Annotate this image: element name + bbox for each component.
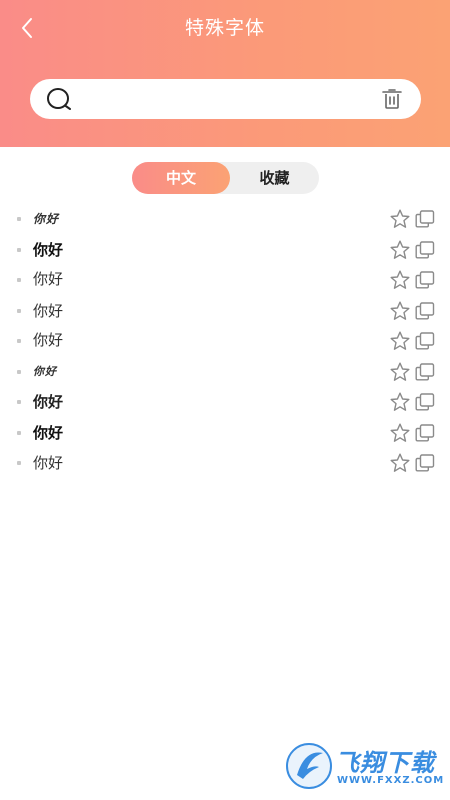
star-outline-icon[interactable] (389, 453, 411, 473)
star-outline-icon[interactable] (389, 423, 411, 443)
font-sample-text: 你好 (33, 240, 64, 259)
list-item[interactable]: 你好 (0, 204, 450, 235)
copy-icon[interactable] (415, 210, 435, 228)
star-outline-icon[interactable] (389, 270, 411, 290)
list-item[interactable]: 你好 (0, 265, 450, 296)
font-sample-text: 你好 (33, 423, 64, 442)
font-sample-text: 你好 (33, 454, 64, 472)
font-sample-text: 你好 (33, 301, 64, 320)
header: 特殊字体 (0, 0, 450, 147)
font-list: 你好 你好 你好 你好 你好 你好 你好 你好 你好 (0, 204, 450, 479)
bullet-dot (17, 369, 21, 374)
star-outline-icon[interactable] (389, 392, 411, 412)
star-outline-icon[interactable] (389, 362, 411, 382)
list-item[interactable]: 你好 (0, 418, 450, 449)
star-outline-icon[interactable] (389, 301, 411, 321)
list-item[interactable]: 你好 (0, 296, 450, 327)
tab-favorites[interactable]: 收藏 (230, 162, 319, 194)
copy-icon[interactable] (415, 240, 435, 259)
watermark-title: 飞翔下载 (335, 749, 435, 777)
copy-icon[interactable] (415, 362, 435, 381)
search-icon (47, 88, 71, 110)
font-sample-text: 你好 (33, 332, 64, 349)
star-outline-icon[interactable] (389, 331, 411, 351)
font-sample-text: 你好 (33, 393, 64, 411)
copy-icon[interactable] (415, 393, 435, 411)
bullet-dot (17, 461, 21, 465)
bullet-dot (17, 430, 21, 435)
copy-icon[interactable] (415, 301, 435, 320)
list-item[interactable]: 你好 (0, 448, 450, 479)
watermark-url: WWW.FXXZ.COM (337, 775, 445, 786)
page-title: 特殊字体 (184, 17, 265, 39)
font-sample-text: 你好 (33, 212, 60, 226)
tab-chinese[interactable]: 中文 (132, 162, 230, 194)
search-input[interactable] (82, 85, 372, 113)
search-bar[interactable] (30, 79, 421, 119)
list-item[interactable]: 你好 (0, 357, 450, 388)
tab-bar: 收藏 中文 (132, 162, 319, 194)
copy-icon[interactable] (415, 332, 435, 350)
list-item[interactable]: 你好 (0, 387, 450, 418)
copy-icon[interactable] (415, 271, 435, 289)
bullet-dot (17, 400, 21, 404)
font-sample-text: 你好 (33, 364, 57, 378)
screen: 特殊字体 收藏 中文 你好 你好 你好 你好 你好 你好 你好 你好 你好 飞翔下载 (0, 0, 450, 800)
bullet-dot (17, 308, 21, 313)
copy-icon[interactable] (415, 423, 435, 442)
bullet-dot (17, 278, 21, 282)
font-sample-text: 你好 (33, 272, 64, 288)
watermark-logo: 飞翔下载 WWW.FXXZ.COM (285, 741, 443, 791)
logo-icon (286, 743, 332, 789)
list-item[interactable]: 你好 (0, 326, 450, 357)
star-outline-icon[interactable] (389, 209, 411, 229)
list-item[interactable]: 你好 (0, 235, 450, 266)
bullet-dot (17, 339, 21, 343)
trash-icon[interactable] (381, 88, 403, 110)
bullet-dot (17, 247, 21, 252)
copy-icon[interactable] (415, 454, 435, 472)
star-outline-icon[interactable] (389, 240, 411, 260)
bullet-dot (17, 217, 21, 221)
